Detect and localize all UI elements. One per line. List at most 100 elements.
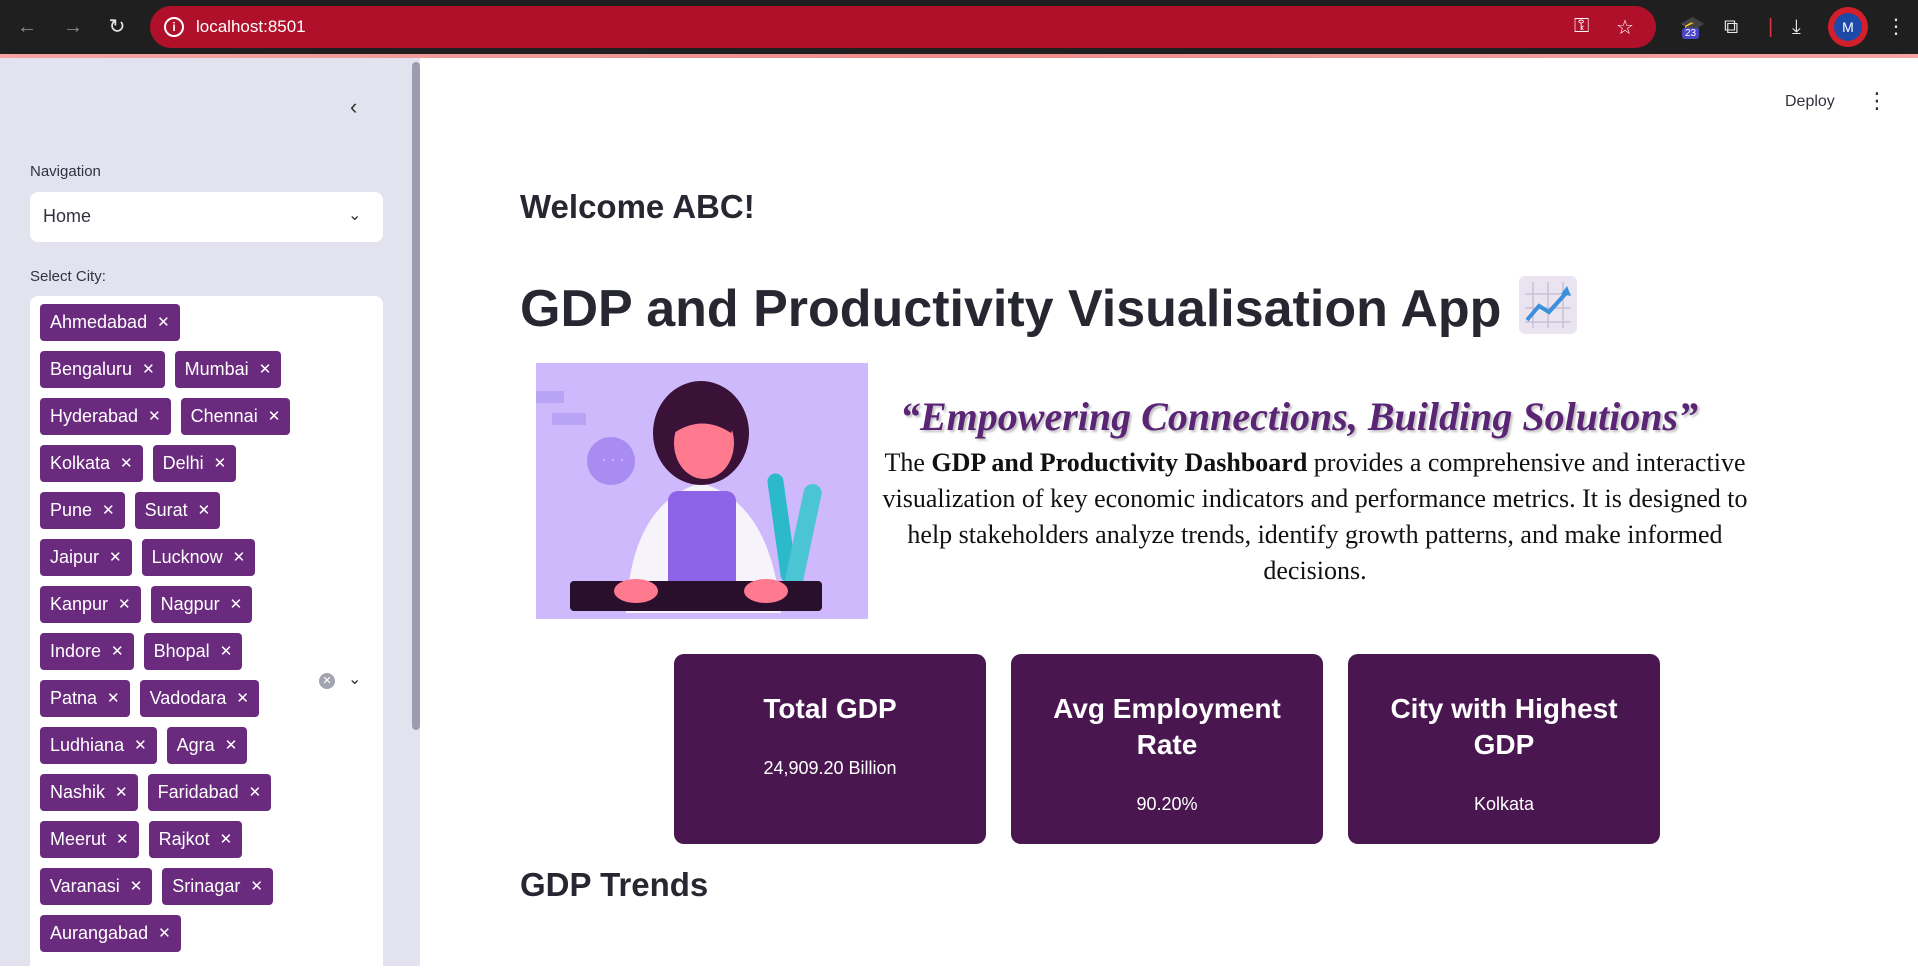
dashboard-description: The GDP and Productivity Dashboard provi… [880,445,1750,589]
remove-tag-icon[interactable]: ✕ [109,539,122,576]
remove-tag-icon[interactable]: ✕ [230,586,243,623]
city-tag[interactable]: Aurangabad ✕ [40,915,181,952]
remove-tag-icon[interactable]: ✕ [148,398,161,435]
city-tag[interactable]: Kanpur ✕ [40,586,141,623]
card-value: 90.20% [1136,794,1198,814]
city-tag[interactable]: Jaipur ✕ [40,539,132,576]
card-title: Avg Employment Rate [1053,693,1281,760]
extensions-puzzle-icon[interactable]: ⧉ [1724,12,1738,42]
city-tag[interactable]: Hyderabad ✕ [40,398,171,435]
deploy-button[interactable]: Deploy [1785,93,1835,111]
city-tag-label: Hyderabad [50,406,139,426]
remove-tag-icon[interactable]: ✕ [130,868,143,905]
city-tag[interactable]: Lucknow ✕ [141,539,256,576]
remove-tag-icon[interactable]: ✕ [107,680,120,717]
url-text[interactable]: localhost:8501 [196,17,306,37]
reload-icon[interactable]: ↻ [102,12,132,42]
navigation-label: Navigation [30,163,101,180]
remove-tag-icon[interactable]: ✕ [111,633,124,670]
collapse-sidebar-icon[interactable]: ‹ [350,94,357,120]
city-tag[interactable]: Surat ✕ [134,492,221,529]
city-tag[interactable]: Vadodara ✕ [139,680,259,717]
svg-text:· · ·: · · · [602,453,624,469]
profile-initial: M [1834,13,1862,41]
remove-tag-icon[interactable]: ✕ [157,304,170,341]
city-tag[interactable]: Rajkot ✕ [148,821,243,858]
city-tag[interactable]: Bengaluru ✕ [40,351,165,388]
city-tag[interactable]: Bhopal ✕ [143,633,243,670]
city-tag-label: Aurangabad [50,923,149,943]
chevron-down-icon[interactable]: ⌄ [348,205,361,225]
city-tag[interactable]: Varanasi ✕ [40,868,153,905]
card-title: City with Highest GDP [1390,693,1618,760]
city-tag[interactable]: Ludhiana ✕ [40,727,157,764]
address-bar[interactable]: i localhost:8501 ⚿ ☆ [150,6,1656,48]
remove-tag-icon[interactable]: ✕ [158,915,171,952]
city-tag-label: Nashik [50,782,106,802]
city-tag-label: Bhopal [153,641,210,661]
remove-tag-icon[interactable]: ✕ [214,445,227,482]
remove-tag-icon[interactable]: ✕ [259,351,272,388]
city-tag-label: Patna [50,688,98,708]
remove-tag-icon[interactable]: ✕ [236,680,249,717]
remove-tag-icon[interactable]: ✕ [134,727,147,764]
city-tag-label: Vadodara [149,688,227,708]
gdp-trends-heading: GDP Trends [520,866,709,903]
city-tag[interactable]: Agra ✕ [166,727,248,764]
select-city-label: Select City: [30,268,106,285]
remove-tag-icon[interactable]: ✕ [225,727,238,764]
highest-gdp-city-card: City with Highest GDP Kolkata [1348,654,1660,844]
card-value: 24,909.20 Billion [763,758,897,778]
city-tag[interactable]: Nagpur ✕ [150,586,253,623]
remove-tag-icon[interactable]: ✕ [249,774,262,811]
city-tag[interactable]: Pune ✕ [40,492,125,529]
sidebar-scrollbar[interactable] [412,62,420,730]
city-tag[interactable]: Chennai ✕ [180,398,291,435]
bookmark-star-icon[interactable]: ☆ [1616,15,1634,40]
city-tag[interactable]: Srinagar ✕ [162,868,273,905]
city-multiselect[interactable]: Ahmedabad ✕ Bengaluru ✕ Mumbai ✕ Hyderabad ✕ Che… [30,296,383,976]
remove-tag-icon[interactable]: ✕ [250,868,263,905]
card-title: Total GDP [763,693,897,724]
page-title-text: GDP and Productivity Visualisation App [520,280,1502,338]
remove-tag-icon[interactable]: ✕ [220,821,233,858]
remove-tag-icon[interactable]: ✕ [115,774,128,811]
profile-avatar[interactable]: M [1828,7,1868,47]
password-key-icon[interactable]: ⚿ [1574,15,1589,38]
city-tag-label: Kanpur [50,594,109,614]
navigation-select[interactable]: Home ⌄ [30,192,383,242]
city-tag[interactable]: Faridabad ✕ [147,774,272,811]
main-menu-icon[interactable]: ⋮ [1866,88,1888,114]
forward-icon[interactable]: → [58,12,88,42]
city-tag[interactable]: Kolkata ✕ [40,445,143,482]
city-tag-label: Meerut [50,829,107,849]
clear-all-icon[interactable]: ✕ [319,673,335,689]
remove-tag-icon[interactable]: ✕ [116,821,129,858]
site-info-icon[interactable]: i [164,17,184,37]
city-tag[interactable]: Ahmedabad ✕ [40,304,180,341]
download-icon[interactable]: ⤓ [1792,12,1801,42]
tagline-quote: “Empowering Connections, Building Soluti… [900,394,1699,439]
city-tag[interactable]: Meerut ✕ [40,821,139,858]
city-tag-label: Indore [50,641,102,661]
chevron-down-icon[interactable]: ⌄ [348,669,361,689]
remove-tag-icon[interactable]: ✕ [198,492,211,529]
city-tag[interactable]: Nashik ✕ [40,774,138,811]
city-tag[interactable]: Indore ✕ [40,633,134,670]
remove-tag-icon[interactable]: ✕ [120,445,133,482]
city-tag[interactable]: Mumbai ✕ [174,351,282,388]
city-tag[interactable]: Patna ✕ [40,680,130,717]
remove-tag-icon[interactable]: ✕ [102,492,115,529]
remove-tag-icon[interactable]: ✕ [233,539,246,576]
back-icon[interactable]: ← [12,12,42,42]
remove-tag-icon[interactable]: ✕ [118,586,131,623]
city-tag-label: Mumbai [184,359,249,379]
remove-tag-icon[interactable]: ✕ [142,351,155,388]
remove-tag-icon[interactable]: ✕ [268,398,281,435]
city-tag[interactable]: Delhi ✕ [152,445,237,482]
browser-menu-icon[interactable]: ⋮ [1886,12,1906,42]
city-tag-label: Ludhiana [50,735,125,755]
city-tag-label: Faridabad [157,782,239,802]
toolbar-divider: | [1768,16,1774,38]
remove-tag-icon[interactable]: ✕ [220,633,233,670]
